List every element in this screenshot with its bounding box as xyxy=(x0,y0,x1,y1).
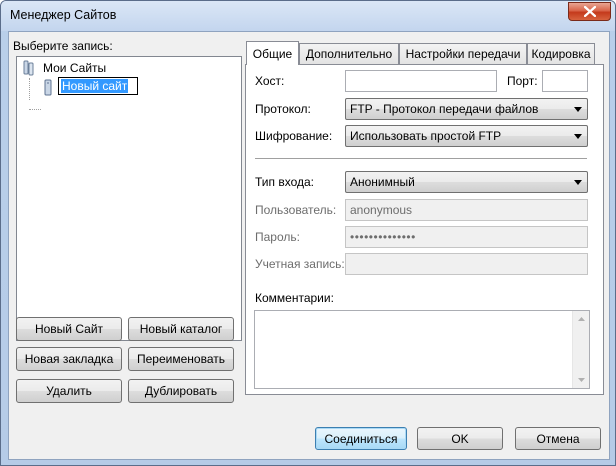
encryption-select-value: Использовать простой FTP xyxy=(350,129,502,143)
section-separator xyxy=(255,158,587,160)
rename-edit-value: Новый сайт xyxy=(61,79,129,93)
logon-type-select-value: Анонимный xyxy=(350,175,415,189)
scroll-up-icon xyxy=(578,317,585,321)
close-button[interactable] xyxy=(568,2,611,21)
tree-item-label: Мои Сайты xyxy=(43,61,107,75)
tree-connector xyxy=(29,78,30,100)
tab-label: Общие xyxy=(252,46,293,61)
window-title: Менеджер Сайтов xyxy=(10,8,117,22)
site-manager-window: Менеджер Сайтов Выберите запись: Мои Сай… xyxy=(0,0,616,466)
computers-icon xyxy=(23,60,34,76)
encryption-select[interactable]: Использовать простой FTP xyxy=(345,125,588,147)
user-input[interactable]: anonymous xyxy=(345,199,588,221)
ok-button-label: OK xyxy=(451,431,469,446)
port-label: Порт: xyxy=(507,74,538,88)
duplicate-button-label: Дублировать xyxy=(144,384,218,398)
protocol-select-value: FTP - Протокол передачи файлов xyxy=(350,102,539,116)
delete-button-label: Удалить xyxy=(46,384,92,398)
tab-general[interactable]: Общие xyxy=(246,41,299,65)
tree-connector xyxy=(29,109,41,110)
dropdown-arrow-icon xyxy=(574,180,582,185)
dropdown-arrow-icon xyxy=(574,107,582,112)
rename-edit-box[interactable]: Новый сайт xyxy=(58,77,138,95)
rename-button-label: Переименовать xyxy=(137,352,225,366)
computer-icon xyxy=(44,79,52,96)
comments-label: Комментарии: xyxy=(255,291,334,305)
ok-button[interactable]: OK xyxy=(417,427,503,450)
account-label: Учетная запись: xyxy=(255,257,345,271)
tab-advanced[interactable]: Дополнительно xyxy=(299,43,399,64)
new-site-button[interactable]: Новый Сайт xyxy=(16,317,122,341)
host-label: Хост: xyxy=(255,74,285,88)
scroll-down-icon xyxy=(578,378,585,382)
title-bar[interactable]: Менеджер Сайтов xyxy=(1,1,615,31)
tab-transfer-settings[interactable]: Настройки передачи xyxy=(399,43,527,64)
rename-button[interactable]: Переименовать xyxy=(128,347,234,371)
connect-button-label: Соединиться xyxy=(324,431,398,446)
cancel-button-label: Отмена xyxy=(536,431,580,446)
site-tree[interactable]: Мои Сайты xyxy=(16,56,242,341)
dropdown-arrow-icon xyxy=(574,134,582,139)
select-entry-label: Выберите запись: xyxy=(13,39,113,53)
new-bookmark-button-label: Новая закладка xyxy=(24,352,114,366)
protocol-label: Протокол: xyxy=(255,102,311,116)
comments-textarea[interactable] xyxy=(254,310,590,389)
delete-button[interactable]: Удалить xyxy=(16,379,122,403)
tab-label: Настройки передачи xyxy=(405,47,521,61)
comments-scrollbar[interactable] xyxy=(572,311,589,388)
tree-item-my-sites[interactable]: Мои Сайты xyxy=(22,60,106,76)
duplicate-button[interactable]: Дублировать xyxy=(128,379,234,403)
tab-label: Дополнительно xyxy=(305,47,393,61)
close-icon xyxy=(583,6,596,17)
encryption-label: Шифрование: xyxy=(255,129,333,143)
new-bookmark-button[interactable]: Новая закладка xyxy=(16,347,122,371)
dialog-client-area: Выберите запись: Мои Сайты Новый сайт Но… xyxy=(8,31,610,460)
tab-charset[interactable]: Кодировка xyxy=(527,43,595,64)
logon-type-select[interactable]: Анонимный xyxy=(345,171,588,193)
tree-item-new-site[interactable] xyxy=(41,79,55,97)
host-input[interactable] xyxy=(345,70,497,92)
logon-type-label: Тип входа: xyxy=(255,175,314,189)
new-folder-button-label: Новый каталог xyxy=(139,322,223,336)
protocol-select[interactable]: FTP - Протокол передачи файлов xyxy=(345,98,588,120)
cancel-button[interactable]: Отмена xyxy=(515,427,601,450)
new-site-button-label: Новый Сайт xyxy=(34,322,104,336)
connect-button[interactable]: Соединиться xyxy=(315,427,407,450)
password-label: Пароль: xyxy=(255,230,300,244)
tab-label: Кодировка xyxy=(531,47,591,61)
port-input[interactable] xyxy=(542,70,588,92)
password-input[interactable]: •••••••••••••• xyxy=(345,226,588,248)
new-folder-button[interactable]: Новый каталог xyxy=(128,317,234,341)
user-label: Пользователь: xyxy=(255,203,337,217)
account-input[interactable] xyxy=(345,253,588,275)
